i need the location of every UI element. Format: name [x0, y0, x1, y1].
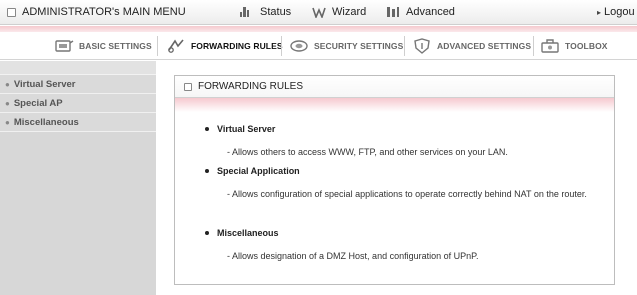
tab-toolbox[interactable]: TOOLBOX: [540, 32, 608, 59]
list-item: Virtual Server - Allows others to access…: [205, 124, 617, 162]
entry-title: Special Application: [205, 166, 617, 176]
status-icon: [240, 6, 254, 18]
forwarding-rules-icon: [166, 38, 186, 54]
panel-title: FORWARDING RULES: [198, 81, 304, 92]
security-settings-icon: [289, 38, 309, 54]
sidebar-item-miscellaneous[interactable]: ● Miscellaneous: [0, 113, 156, 132]
arrow-right-icon: ▸: [597, 7, 602, 17]
entry-description: - Allows others to access WWW, FTP, and …: [227, 147, 508, 157]
sidebar-item-label: Virtual Server: [13, 78, 76, 90]
tab-label: SECURITY SETTINGS: [314, 40, 404, 51]
tab-label: TOOLBOX: [565, 40, 608, 51]
settings-tab-bar: BASIC SETTINGS FORWARDING RULES SECURITY…: [0, 32, 637, 60]
entry-title: Miscellaneous: [205, 228, 617, 238]
advanced-icon: [386, 6, 400, 18]
bullet-icon: [205, 169, 209, 173]
toolbox-icon: [540, 38, 560, 54]
basic-settings-icon: [54, 38, 74, 54]
sidebar-header-spacer: [0, 61, 156, 75]
list-item: Special Application - Allows configurati…: [205, 166, 617, 204]
wizard-label: Wizard: [332, 6, 367, 18]
wizard-link[interactable]: Wizard: [312, 6, 367, 20]
bullet-icon: [205, 127, 209, 131]
sidebar: ● Virtual Server ● Special AP ● Miscella…: [0, 61, 156, 295]
tab-divider: [157, 36, 158, 56]
tab-forwarding-rules[interactable]: FORWARDING RULES: [166, 32, 283, 59]
logout-label: Logou: [604, 6, 635, 18]
bullet-icon: ●: [5, 79, 10, 89]
tab-divider: [533, 36, 534, 56]
menu-box-icon: [7, 7, 16, 17]
bullet-icon: [205, 231, 209, 235]
main-menu-label: ADMINISTRATOR's MAIN MENU: [22, 6, 186, 18]
advanced-link[interactable]: Advanced: [386, 6, 455, 18]
entry-title-text: Miscellaneous: [217, 228, 279, 238]
panel-accent-fade: [175, 98, 614, 112]
tab-divider: [281, 36, 282, 56]
sidebar-item-label: Special AP: [13, 97, 63, 109]
wizard-icon: [312, 6, 326, 20]
entry-description: - Allows designation of a DMZ Host, and …: [227, 251, 479, 261]
panel-box-icon: [184, 82, 192, 91]
panel-header: FORWARDING RULES: [175, 76, 614, 98]
entry-title-text: Virtual Server: [217, 124, 276, 134]
tab-security-settings[interactable]: SECURITY SETTINGS: [289, 32, 403, 59]
bullet-icon: ●: [5, 117, 10, 127]
advanced-label: Advanced: [406, 6, 455, 18]
list-item: Miscellaneous - Allows designation of a …: [205, 228, 617, 266]
tab-label: ADVANCED SETTINGS: [437, 40, 532, 51]
sidebar-item-virtual-server[interactable]: ● Virtual Server: [0, 75, 156, 94]
status-link[interactable]: Status: [240, 6, 291, 18]
entry-title-text: Special Application: [217, 166, 300, 176]
tab-divider: [404, 36, 405, 56]
sidebar-item-special-ap[interactable]: ● Special AP: [0, 94, 156, 113]
tab-label: FORWARDING RULES: [191, 40, 283, 51]
logout-link[interactable]: ▸ Logou: [597, 6, 635, 18]
tab-label: BASIC SETTINGS: [79, 40, 152, 51]
entry-title: Virtual Server: [205, 124, 617, 134]
top-menu-bar: ADMINISTRATOR's MAIN MENU Status Wizard …: [0, 0, 637, 25]
status-label: Status: [260, 6, 292, 18]
tab-advanced-settings[interactable]: ADVANCED SETTINGS: [412, 32, 531, 59]
main-menu-link[interactable]: ADMINISTRATOR's MAIN MENU: [7, 6, 186, 18]
forwarding-rules-panel: FORWARDING RULES Virtual Server - Allows…: [174, 75, 615, 285]
advanced-settings-icon: [412, 37, 432, 54]
bullet-icon: ●: [5, 98, 10, 108]
sidebar-item-label: Miscellaneous: [13, 116, 79, 128]
tab-basic-settings[interactable]: BASIC SETTINGS: [54, 32, 152, 59]
entry-description: - Allows configuration of special applic…: [227, 189, 587, 199]
